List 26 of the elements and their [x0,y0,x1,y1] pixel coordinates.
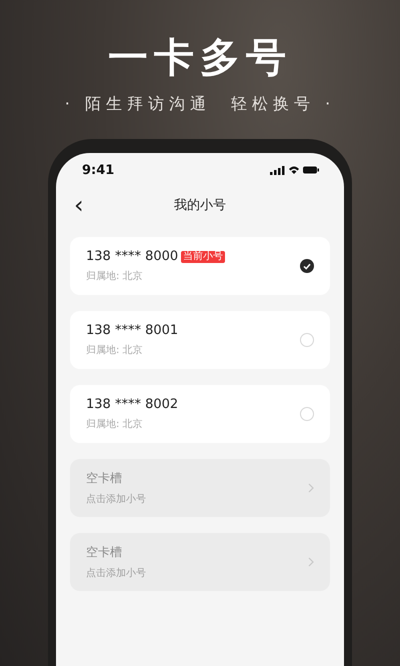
phone-number: 138 **** 8001 [86,323,178,338]
number-card[interactable]: 138 **** 8000 当前小号 归属地: 北京 [70,237,330,295]
radio-button[interactable] [300,407,314,421]
number-card[interactable]: 138 **** 8001 归属地: 北京 [70,311,330,369]
page-title: 我的小号 [174,197,226,214]
slot-hint: 点击添加小号 [86,492,146,506]
slot-title: 空卡槽 [86,470,123,487]
status-time: 9:41 [82,162,114,178]
slot-title: 空卡槽 [86,544,123,561]
chevron-right-icon [308,557,314,567]
phone-number: 138 **** 8000 [86,249,178,264]
slot-hint: 点击添加小号 [86,566,146,580]
back-button[interactable]: ‹ [70,193,88,217]
checkmark-icon [303,262,311,270]
number-card[interactable]: 138 **** 8002 归属地: 北京 [70,385,330,443]
radio-button[interactable] [300,259,314,273]
chevron-right-icon [308,483,314,493]
headline: 一卡多号 [108,34,292,82]
tagline: · 陌生拜访沟通 轻松换号 · [64,94,336,115]
location-text: 归属地: 北京 [86,344,144,357]
phone-number: 138 **** 8002 [86,397,178,412]
location-text: 归属地: 北京 [86,418,144,431]
status-icons [270,165,320,175]
location-text: 归属地: 北京 [86,270,144,283]
radio-button[interactable] [300,333,314,347]
current-badge: 当前小号 [181,250,226,262]
